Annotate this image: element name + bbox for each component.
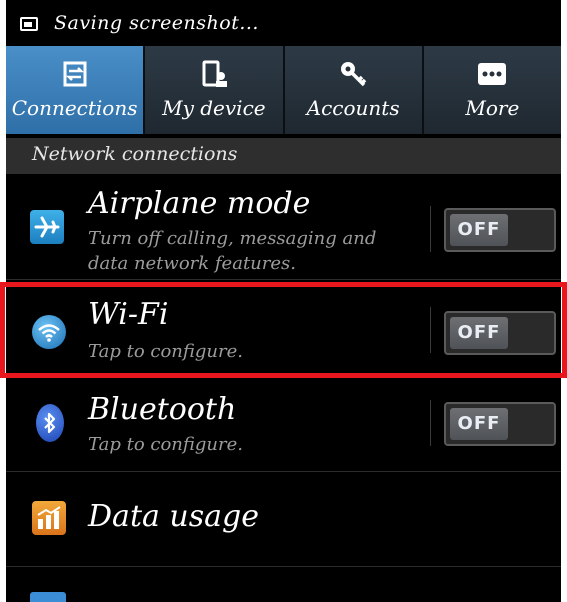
status-bar: Saving screenshot... — [6, 6, 561, 46]
toggle-label: OFF — [457, 413, 501, 434]
tab-bar: Connections My device Accounts More — [6, 46, 561, 134]
bluetooth-toggle[interactable]: OFF — [444, 402, 556, 446]
row-subtitle: Tap to configure. — [88, 341, 243, 362]
more-icon — [474, 58, 510, 90]
row-title: Bluetooth — [88, 392, 237, 427]
data-usage-row[interactable]: Data usage — [6, 473, 561, 567]
next-row-partial[interactable] — [6, 568, 561, 602]
tab-more[interactable]: More — [424, 46, 561, 134]
row-divider — [430, 307, 431, 353]
connections-icon — [57, 58, 93, 90]
wifi-toggle[interactable]: OFF — [444, 311, 556, 355]
toggle-label: OFF — [457, 322, 501, 343]
key-icon — [335, 58, 371, 90]
row-subtitle: Tap to configure. — [88, 434, 243, 455]
row-subtitle: Turn off calling, messaging and data net… — [88, 228, 377, 274]
device-icon — [196, 58, 232, 90]
airplane-icon — [30, 210, 64, 244]
bluetooth-icon — [36, 404, 64, 442]
tab-label: My device — [162, 96, 266, 120]
row-divider — [430, 206, 431, 252]
airplane-mode-row[interactable]: Airplane mode Turn off calling, messagin… — [6, 176, 561, 280]
airplane-mode-toggle[interactable]: OFF — [444, 208, 556, 252]
more-networks-icon — [30, 592, 66, 602]
bluetooth-row[interactable]: Bluetooth Tap to configure. OFF — [6, 378, 561, 472]
tab-accounts[interactable]: Accounts — [285, 46, 424, 134]
toggle-label: OFF — [457, 219, 501, 240]
screenshot-icon — [20, 17, 38, 31]
tab-label: More — [465, 96, 520, 120]
wifi-row[interactable]: Wi-Fi Tap to configure. OFF — [6, 281, 561, 377]
row-divider — [430, 400, 431, 446]
tab-connections[interactable]: Connections — [6, 46, 146, 134]
settings-screen: Saving screenshot... Connections My devi… — [6, 0, 561, 602]
row-title: Wi-Fi — [88, 297, 169, 332]
row-title: Airplane mode — [88, 186, 311, 221]
status-text: Saving screenshot... — [54, 12, 259, 34]
tab-label: Accounts — [306, 96, 400, 120]
section-header: Network connections — [6, 138, 561, 174]
wifi-icon — [32, 315, 66, 349]
row-title: Data usage — [88, 499, 259, 534]
tab-my-device[interactable]: My device — [145, 46, 285, 134]
section-title: Network connections — [32, 143, 238, 165]
data-usage-icon — [32, 501, 66, 535]
tab-label: Connections — [11, 96, 138, 120]
